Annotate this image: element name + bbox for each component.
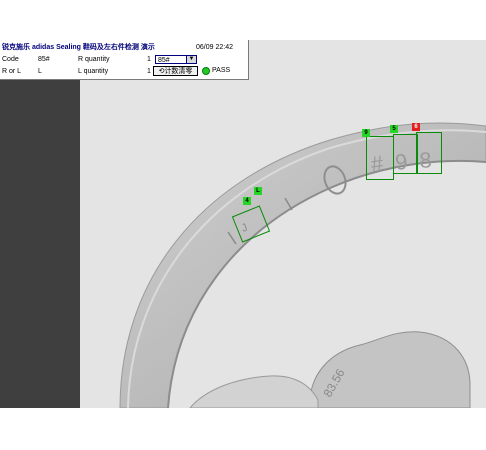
code-value: 85# [38,56,50,63]
l-quantity-label: L quantity [78,68,109,75]
reset-count-button[interactable]: ⟲计数清零 [153,66,198,76]
roi-tag-5: 5 [390,125,398,133]
app-title: 锐克施乐 adidas Sealing 鞋码及左右件检测 演示 [2,44,155,51]
roi-tag-6: 6 [412,123,420,131]
side-value: L [38,68,42,75]
roi-box-digit-2 [416,132,442,174]
code-select-value: 85# [158,57,170,64]
roi-tag-l: L [254,187,262,195]
timestamp: 06/09 22:42 [196,44,233,51]
roi-tag-9: 9 [362,129,370,137]
side-label: R or L [2,68,22,75]
status-indicator-icon [202,67,210,75]
code-label: Code [2,56,19,63]
camera-view: # 9 8 83.56 J L 4 9 5 6 [0,40,486,408]
r-quantity-label: R quantity [78,56,110,63]
l-quantity-value: 1 [147,68,151,75]
chevron-down-icon[interactable]: ▼ [186,56,196,63]
roi-box-digit-1 [393,134,418,174]
r-quantity-value: 1 [147,56,151,63]
inspection-screen: # 9 8 83.56 J L 4 9 5 6 锐克施乐 adidas Seal… [0,0,486,450]
code-select[interactable]: 85# ▼ [155,55,197,64]
status-text: PASS [212,67,231,74]
reset-count-label: 计数清零 [164,68,193,75]
roi-box-hash [366,136,394,180]
roi-tag-4: 4 [243,197,251,205]
